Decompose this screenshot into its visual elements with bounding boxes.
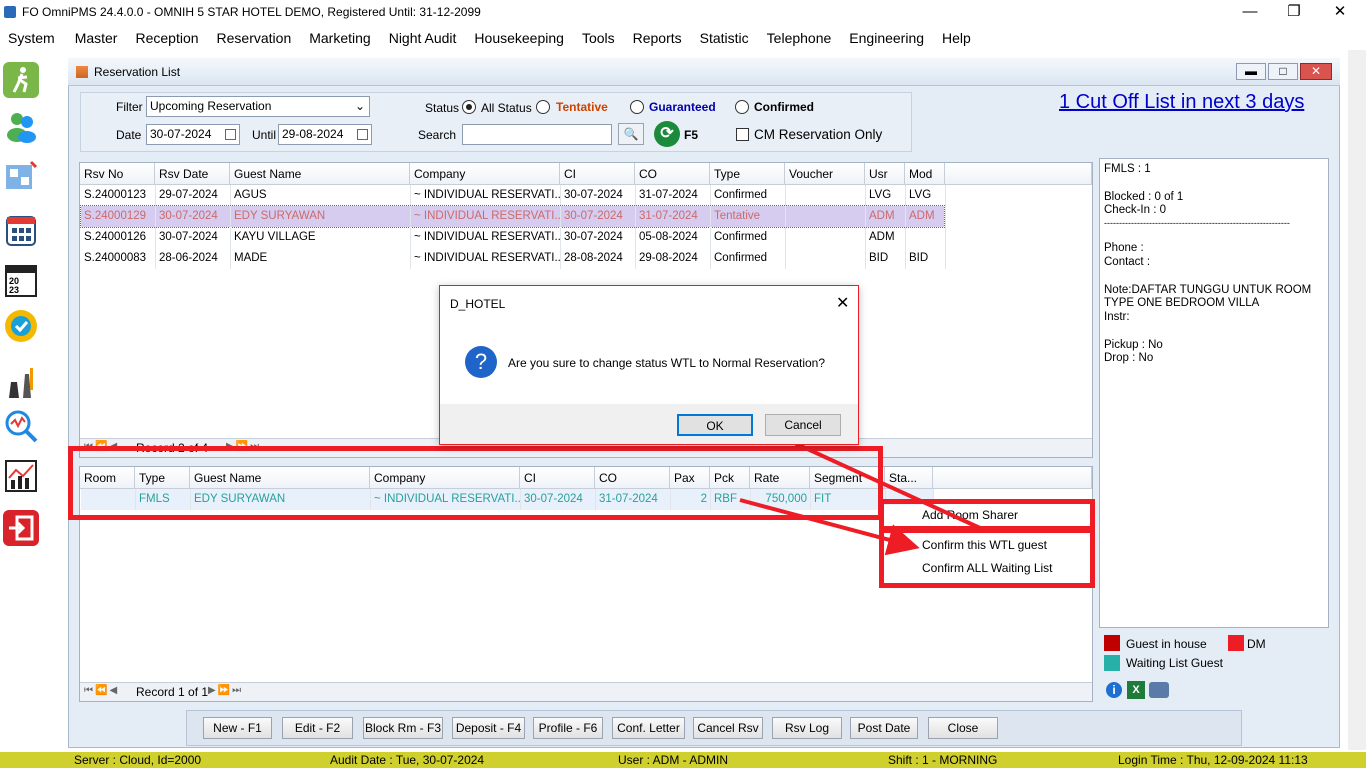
cancel-button[interactable]: Cancel [765,414,841,436]
status-login-time: Login Time : Thu, 12-09-2024 11:13 [1118,753,1308,767]
arrow-to-confirm [739,498,920,556]
status-server: Server : Cloud, Id=2000 [74,753,202,767]
question-icon: ? [465,346,497,378]
confirm-dialog: D_HOTEL ✕ ? Are you sure to change statu… [439,285,859,445]
status-audit-date: Audit Date : Tue, 30-07-2024 [330,753,485,767]
ok-button[interactable]: OK [677,414,753,436]
status-bar: Server : Cloud, Id=2000 Audit Date : Tue… [0,752,1366,768]
dialog-close-icon[interactable]: ✕ [836,293,849,313]
dialog-message: Are you sure to change status WTL to Nor… [508,356,826,370]
status-shift: Shift : 1 - MORNING [888,753,998,767]
dialog-title: D_HOTEL [450,297,506,311]
status-user: User : ADM - ADMIN [618,753,729,767]
